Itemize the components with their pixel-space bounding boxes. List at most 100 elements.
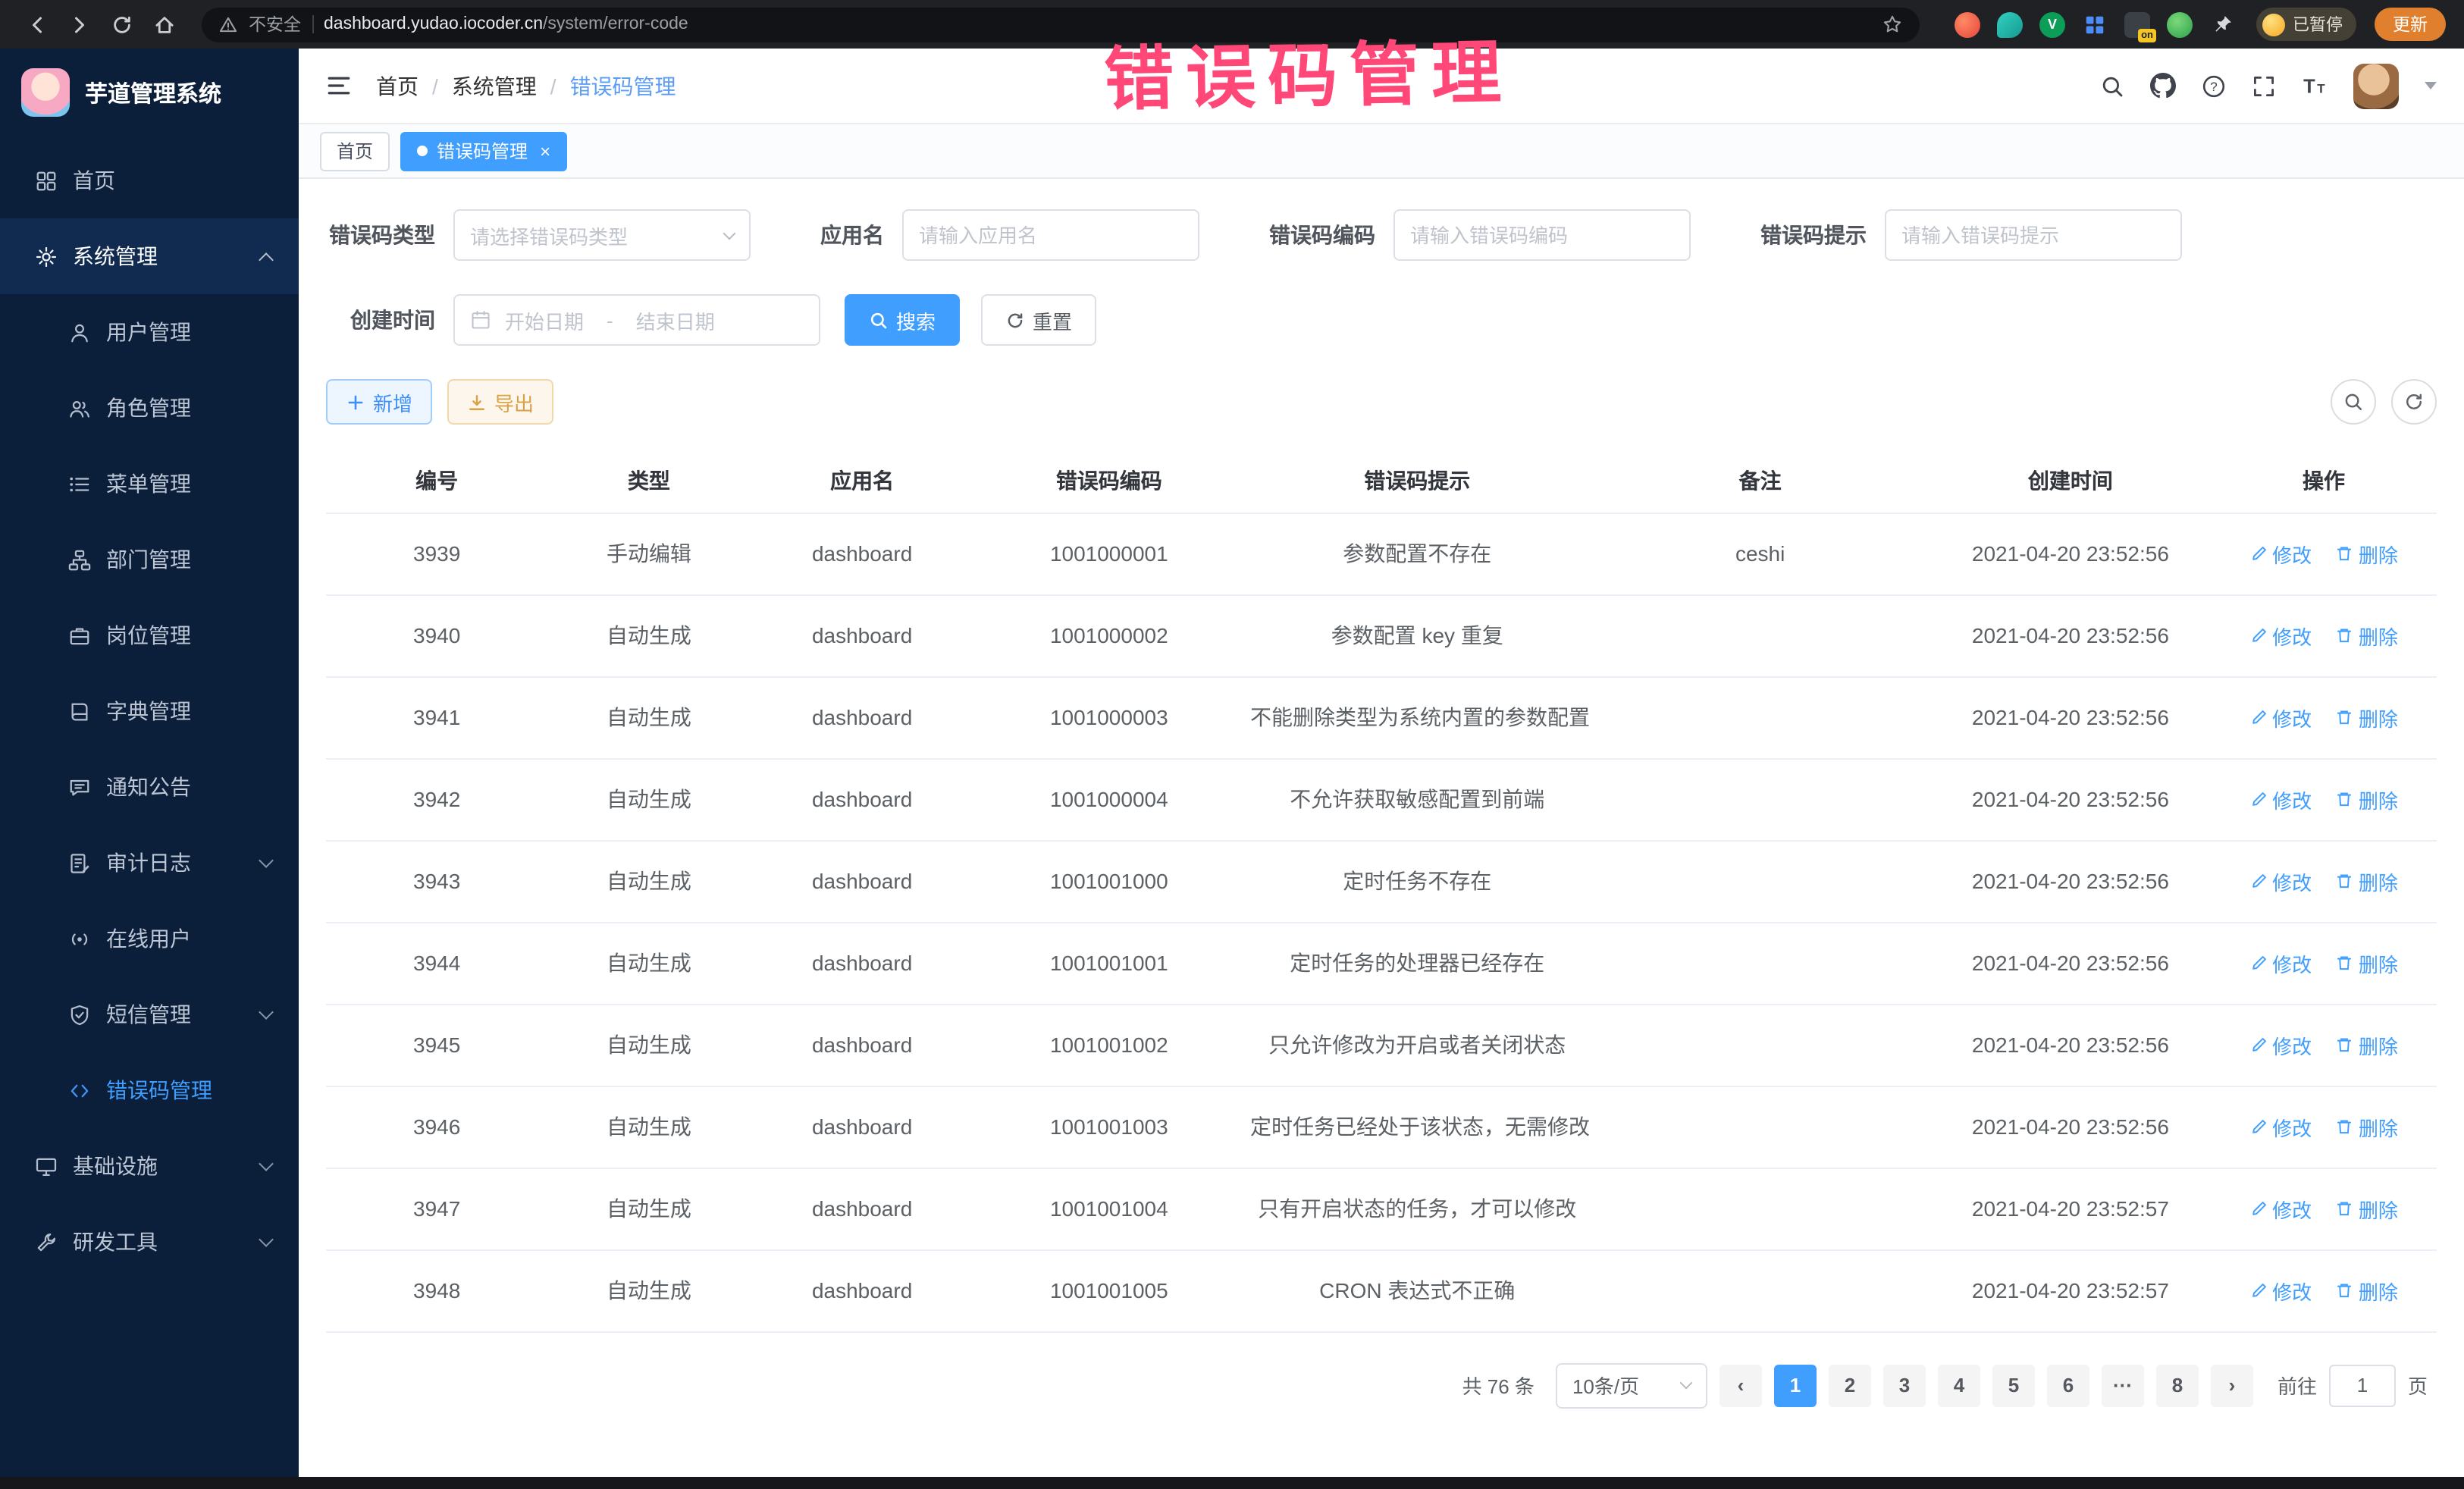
sidebar-item[interactable]: 通知公告	[0, 749, 299, 825]
extension-icon-v[interactable]: V	[2039, 11, 2065, 37]
app-name-input[interactable]	[902, 209, 1199, 261]
fullscreen-icon[interactable]	[2252, 74, 2276, 98]
org-tree-icon	[67, 547, 91, 572]
delete-link[interactable]: 删除	[2336, 1276, 2398, 1305]
sidebar-item[interactable]: 岗位管理	[0, 597, 299, 673]
page-button[interactable]: 2	[1829, 1364, 1871, 1406]
tab-error-code[interactable]: 错误码管理 ×	[400, 131, 567, 171]
browser-home-button[interactable]	[146, 6, 182, 42]
edit-link[interactable]: 修改	[2249, 785, 2312, 813]
github-icon[interactable]	[2150, 73, 2176, 99]
edit-link[interactable]: 修改	[2249, 1276, 2312, 1305]
next-page-button[interactable]: ›	[2211, 1364, 2253, 1406]
breadcrumb-home[interactable]: 首页	[376, 71, 419, 101]
edit-link[interactable]: 修改	[2249, 703, 2312, 732]
extension-icon-on[interactable]: on	[2124, 11, 2150, 37]
delete-link[interactable]: 删除	[2336, 1194, 2398, 1223]
address-bar[interactable]: 不安全 dashboard.yudao.iocoder.cn/system/er…	[202, 7, 1920, 42]
toggle-search-button[interactable]	[2331, 379, 2376, 425]
date-range-picker[interactable]: 开始日期 - 结束日期	[453, 294, 820, 346]
sidebar-item[interactable]: 基础设施	[0, 1128, 299, 1204]
cell-hint: 定时任务已经处于该状态，无需修改	[1244, 1086, 1591, 1168]
cell-id: 3939	[326, 513, 547, 594]
extension-icon-grid[interactable]	[2082, 11, 2108, 37]
pencil-icon	[2249, 1199, 2268, 1218]
page-button[interactable]: 3	[1883, 1364, 1926, 1406]
help-icon[interactable]: ?	[2202, 74, 2226, 98]
error-code-input[interactable]	[1393, 209, 1691, 261]
browser-forward-button[interactable]	[61, 6, 97, 42]
font-size-icon[interactable]: TT	[2302, 73, 2328, 99]
screen: 不安全 dashboard.yudao.iocoder.cn/system/er…	[0, 0, 2464, 1489]
bookmark-star-icon[interactable]	[1882, 14, 1903, 35]
page-button[interactable]: 1	[1774, 1364, 1817, 1406]
error-type-select[interactable]: 请选择错误码类型	[453, 209, 751, 261]
sidebar-item[interactable]: 用户管理	[0, 294, 299, 370]
tab-home[interactable]: 首页	[320, 131, 390, 171]
delete-link[interactable]: 删除	[2336, 948, 2398, 977]
error-hint-input[interactable]	[1885, 209, 2182, 261]
table-row: 3939 手动编辑 dashboard 1001000001 参数配置不存在 c…	[326, 513, 2437, 594]
browser-profile-chip[interactable]: 已暂停	[2256, 8, 2356, 41]
sidebar-item[interactable]: 错误码管理	[0, 1052, 299, 1128]
browser-reload-button[interactable]	[103, 6, 140, 42]
edit-link[interactable]: 修改	[2249, 621, 2312, 650]
page-button[interactable]: 4	[1938, 1364, 1980, 1406]
delete-link[interactable]: 删除	[2336, 1030, 2398, 1059]
extensions-pin-icon[interactable]	[2209, 11, 2235, 37]
edit-link[interactable]: 修改	[2249, 1112, 2312, 1141]
sidebar-item[interactable]: 在线用户	[0, 901, 299, 976]
delete-link[interactable]: 删除	[2336, 539, 2398, 568]
sidebar-item[interactable]: 研发工具	[0, 1204, 299, 1280]
cell-app: dashboard	[751, 594, 974, 676]
page-button[interactable]: 5	[1992, 1364, 2035, 1406]
edit-link[interactable]: 修改	[2249, 867, 2312, 895]
extension-icon-red[interactable]	[1955, 11, 1980, 37]
sidebar-item[interactable]: 菜单管理	[0, 446, 299, 522]
url-path: /system/error-code	[543, 15, 688, 33]
user-avatar[interactable]	[2353, 63, 2399, 108]
edit-link[interactable]: 修改	[2249, 1030, 2312, 1059]
delete-link[interactable]: 删除	[2336, 703, 2398, 732]
menu-fold-icon[interactable]	[326, 73, 352, 99]
app-logo[interactable]: 芋道管理系统	[0, 49, 299, 136]
sidebar-item[interactable]: 角色管理	[0, 370, 299, 446]
edit-link[interactable]: 修改	[2249, 1194, 2312, 1223]
search-button[interactable]: 搜索	[845, 294, 960, 346]
extension-icon-leaf[interactable]	[2167, 11, 2193, 37]
table-toolbar: 新增 导出	[326, 379, 2437, 425]
close-icon[interactable]: ×	[540, 142, 550, 160]
edit-link[interactable]: 修改	[2249, 948, 2312, 977]
page-size-select[interactable]: 10条/页	[1556, 1362, 1707, 1408]
breadcrumb-system[interactable]: 系统管理	[452, 71, 537, 101]
sidebar-item[interactable]: 审计日志	[0, 825, 299, 901]
delete-link[interactable]: 删除	[2336, 867, 2398, 895]
browser-update-button[interactable]: 更新	[2375, 8, 2446, 41]
sidebar-item[interactable]: 部门管理	[0, 522, 299, 597]
add-button[interactable]: 新增	[326, 379, 432, 425]
search-icon[interactable]	[2100, 74, 2124, 98]
delete-link[interactable]: 删除	[2336, 1112, 2398, 1141]
cell-type: 自动生成	[547, 840, 750, 922]
delete-link[interactable]: 删除	[2336, 621, 2398, 650]
browser-back-button[interactable]	[18, 6, 55, 42]
extension-icon-teal[interactable]	[1997, 11, 2023, 37]
window-bottom-edge	[0, 1477, 2464, 1489]
prev-page-button[interactable]: ‹	[1719, 1364, 1762, 1406]
chevron-down-icon[interactable]	[2425, 82, 2437, 89]
edit-link[interactable]: 修改	[2249, 539, 2312, 568]
sidebar-item[interactable]: 短信管理	[0, 976, 299, 1052]
page-button[interactable]: 8	[2156, 1364, 2199, 1406]
page-button[interactable]: 6	[2047, 1364, 2089, 1406]
sidebar-item[interactable]: 字典管理	[0, 673, 299, 749]
export-button[interactable]: 导出	[447, 379, 553, 425]
sidebar-item[interactable]: 首页	[0, 143, 299, 218]
delete-link[interactable]: 删除	[2336, 785, 2398, 813]
reset-button[interactable]: 重置	[981, 294, 1096, 346]
trash-icon	[2336, 1118, 2354, 1136]
goto-page-input[interactable]	[2329, 1364, 2396, 1406]
refresh-table-button[interactable]	[2391, 379, 2437, 425]
page-button[interactable]: ···	[2102, 1364, 2144, 1406]
sidebar-item[interactable]: 系统管理	[0, 218, 299, 294]
cell-app: dashboard	[751, 513, 974, 594]
